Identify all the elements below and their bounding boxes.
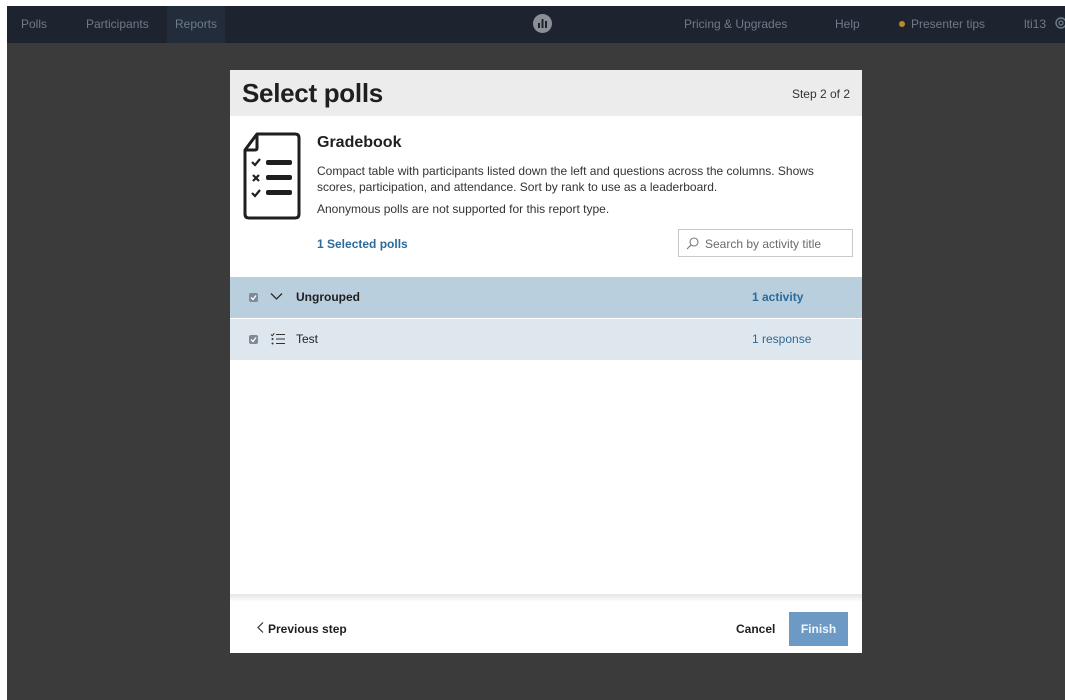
- chevron-left-icon: [257, 622, 264, 633]
- poll-everywhere-logo-icon[interactable]: [533, 14, 552, 33]
- top-navigation-bar: Polls Participants Reports Pricing & Upg…: [7, 6, 1065, 43]
- finish-button[interactable]: Finish: [789, 612, 848, 646]
- activity-search-box[interactable]: [678, 229, 853, 257]
- nav-reports[interactable]: Reports: [167, 6, 226, 43]
- footer-divider: [230, 594, 862, 602]
- group-label: Ungrouped: [296, 290, 360, 304]
- nav-presenter-tips[interactable]: Presenter tips: [899, 6, 985, 43]
- selected-polls-count[interactable]: 1 Selected polls: [317, 237, 408, 251]
- nav-user-menu[interactable]: lti13: [1024, 6, 1046, 43]
- document-checklist-icon: [243, 132, 301, 220]
- dialog-header: Select polls Step 2 of 2: [230, 70, 862, 116]
- gear-icon[interactable]: [1051, 16, 1065, 30]
- cancel-button[interactable]: Cancel: [736, 622, 775, 636]
- nav-participants[interactable]: Participants: [86, 6, 149, 43]
- multiple-choice-list-icon: [270, 332, 285, 345]
- group-row-ungrouped[interactable]: Ungrouped 1 activity: [230, 277, 862, 318]
- presenter-tips-label: Presenter tips: [911, 17, 986, 31]
- activity-row-test[interactable]: Test 1 response: [230, 319, 862, 360]
- activity-response-count: 1 response: [752, 332, 812, 346]
- nav-pricing-upgrades[interactable]: Pricing & Upgrades: [684, 6, 787, 43]
- nav-polls[interactable]: Polls: [21, 6, 47, 43]
- step-indicator: Step 2 of 2: [791, 87, 850, 101]
- app-backdrop: Polls Participants Reports Pricing & Upg…: [7, 6, 1065, 700]
- activity-label: Test: [296, 332, 319, 346]
- tips-indicator-dot: [899, 20, 905, 27]
- group-activity-count: 1 activity: [752, 290, 804, 304]
- report-type-title: Gradebook: [317, 134, 402, 151]
- dialog-title: Select polls: [242, 78, 383, 108]
- previous-step-label: Previous step: [268, 622, 347, 636]
- report-type-description: Compact table with participants listed d…: [317, 164, 814, 194]
- select-polls-dialog: Select polls Step 2 of 2 Gradebook Compa…: [230, 70, 862, 653]
- search-icon: [686, 237, 699, 250]
- nav-help[interactable]: Help: [835, 6, 860, 43]
- previous-step-button[interactable]: Previous step: [257, 622, 347, 636]
- activity-checkbox[interactable]: [249, 335, 258, 344]
- report-type-note: Anonymous polls are not supported for th…: [317, 202, 610, 216]
- group-checkbox[interactable]: [249, 293, 258, 302]
- chevron-down-icon[interactable]: [270, 292, 283, 301]
- search-input[interactable]: [703, 233, 852, 255]
